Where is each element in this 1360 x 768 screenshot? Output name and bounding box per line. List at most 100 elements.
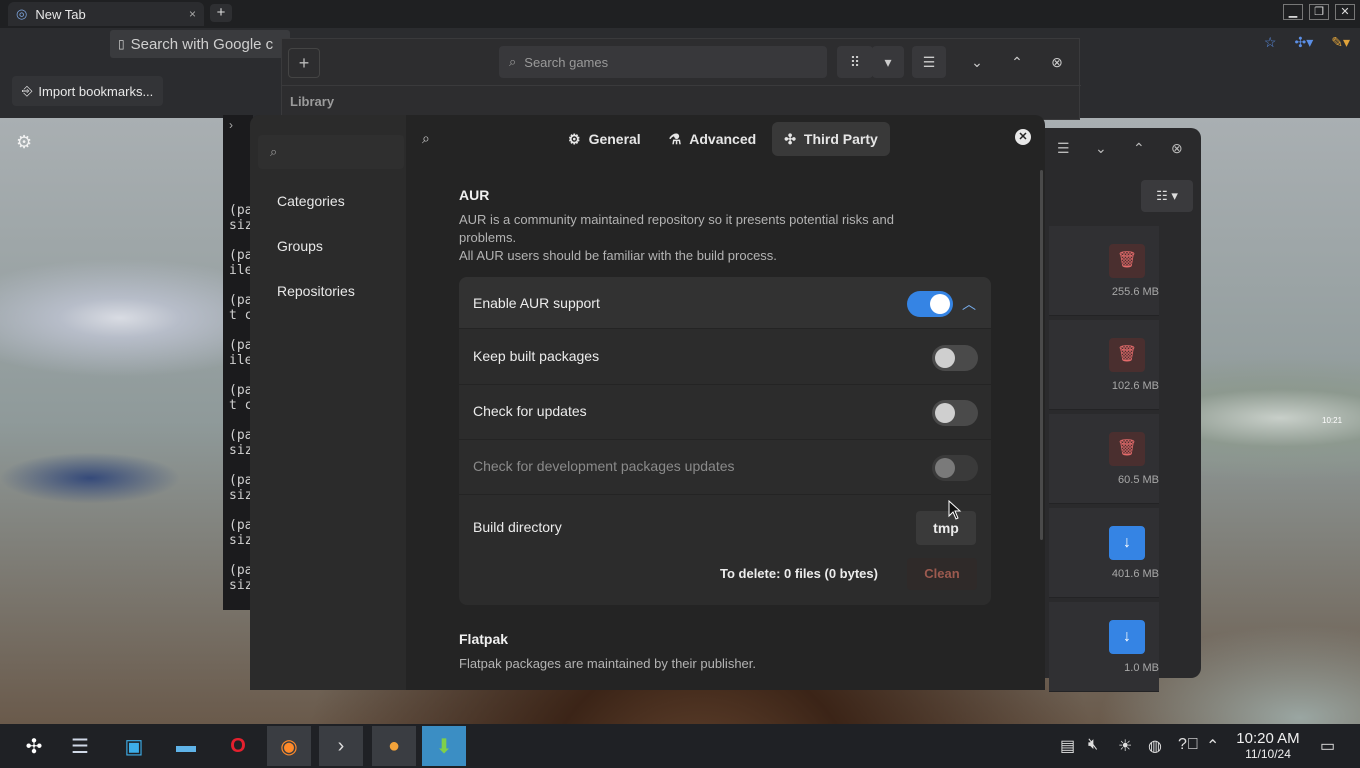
preferences-tabs: ⚙ General ⚗ Advanced ✣ Third Party (556, 122, 890, 156)
terminal-line: t c (229, 308, 253, 323)
file-manager-icon[interactable]: ▬ (164, 726, 208, 766)
dev-updates-row: Check for development packages updates (459, 440, 991, 495)
omnibox[interactable]: ▯ Search with Google c (110, 30, 290, 58)
chevron-right-icon[interactable]: › (229, 118, 233, 132)
volume-muted-icon[interactable]: 🔇︎ (1088, 736, 1098, 754)
puzzle-icon: ✣ (784, 130, 796, 147)
search-icon[interactable]: ⌕ (422, 130, 430, 147)
dev-updates-toggle[interactable] (932, 455, 978, 481)
tab-advanced[interactable]: ⚗ Advanced (657, 122, 768, 156)
terminal-line: siz (229, 443, 253, 458)
terminal-line: (pa (229, 518, 253, 533)
browser-titlebar (0, 0, 1360, 28)
terminal-line: (pa (229, 428, 253, 443)
terminal-line: (pa (229, 338, 253, 353)
trash-icon[interactable]: 🗑︎ (1109, 432, 1145, 466)
new-tab-button[interactable]: + (210, 4, 232, 22)
chevron-up-icon[interactable]: ⌃ (1206, 736, 1219, 756)
menu-button[interactable]: ☰ (912, 46, 946, 78)
build-directory-button[interactable]: tmp (916, 511, 976, 545)
browser-tab[interactable]: ◎ New Tab × (8, 2, 204, 26)
terminal-line: (pa (229, 383, 253, 398)
grid-view-button[interactable]: ⠿ (837, 46, 873, 78)
chevron-down-icon[interactable]: ⌄ (962, 46, 992, 78)
taskbar-clock[interactable]: 10:20 AM 11/10/24 (1226, 731, 1310, 762)
to-delete-text: To delete: 0 files (0 bytes) (720, 566, 878, 581)
tab-third-party[interactable]: ✣ Third Party (772, 122, 890, 156)
terminal-icon[interactable]: › (319, 726, 363, 766)
help-icon[interactable]: ?⃝ (1178, 736, 1199, 754)
gear-icon[interactable]: ⚙ (16, 132, 32, 153)
scrollbar[interactable] (1040, 170, 1043, 540)
sidebar-item-groups[interactable]: Groups (277, 238, 323, 254)
clock-date: 11/10/24 (1245, 747, 1291, 761)
update-list-item: 🗑︎ 255.6 MB (1049, 226, 1159, 316)
games-search-placeholder: Search games (524, 54, 609, 70)
check-updates-toggle[interactable] (932, 400, 978, 426)
games-search-input[interactable]: ⌕ Search games (499, 46, 827, 78)
trash-icon[interactable]: 🗑︎ (1109, 338, 1145, 372)
package-size: 401.6 MB (1111, 568, 1159, 580)
menu-icon[interactable]: ☰ (1057, 140, 1070, 157)
gear-icon: ⚙ (568, 130, 581, 147)
import-bookmarks-label: Import bookmarks... (38, 83, 154, 99)
clean-button[interactable]: Clean (907, 558, 977, 590)
tab-general[interactable]: ⚙ General (556, 122, 653, 156)
update-list-item: 🗑︎ 60.5 MB (1049, 414, 1159, 504)
update-list-item: ↓ 401.6 MB (1049, 508, 1159, 598)
list-view-button[interactable]: ☷ ▾ (1141, 180, 1193, 212)
keep-built-toggle[interactable] (932, 345, 978, 371)
minimize-button[interactable]: ▁ (1283, 4, 1303, 20)
enable-aur-label: Enable AUR support (473, 295, 600, 311)
terminal-line: t c (229, 398, 253, 413)
terminal-line: ile (229, 263, 253, 278)
import-bookmarks-button[interactable]: ⎆ Import bookmarks... (12, 76, 164, 106)
system-settings-icon[interactable]: ☰ (58, 726, 102, 766)
firefox-icon[interactable]: ◉ (267, 726, 311, 766)
close-icon[interactable]: ⊗ (1042, 46, 1072, 78)
network-icon[interactable]: ◍ (1148, 736, 1162, 756)
sidebar-search-input[interactable]: ⌕ (258, 135, 404, 169)
add-game-button[interactable]: + (288, 48, 320, 78)
enable-aur-toggle[interactable] (907, 291, 953, 317)
desktop-mini-clock: 10:21 (1322, 416, 1343, 425)
chevron-up-icon[interactable]: ⌃ (1133, 140, 1145, 157)
game-launcher-icon[interactable]: ● (372, 726, 416, 766)
maximize-button[interactable]: ❐ (1309, 4, 1329, 20)
clipboard-icon[interactable]: ▤ (1060, 736, 1075, 756)
package-size: 60.5 MB (1118, 474, 1159, 486)
updates-panel: ☰ ⌄ ⌃ ⊗ ☷ ▾ 🗑︎ 255.6 MB 🗑︎ 102.6 MB 🗑︎ 60.5 M… (1045, 128, 1201, 692)
check-updates-row: Check for updates (459, 385, 991, 440)
view-dropdown-button[interactable]: ▾ (872, 46, 904, 78)
opera-browser-icon[interactable]: O (216, 726, 260, 766)
tab-title: New Tab (35, 6, 86, 22)
download-icon[interactable]: ↓ (1109, 526, 1145, 560)
terminal-window[interactable]: (pa siz (pa ile (pa t c (pa ile (pa t c (pa siz (pa s… (223, 115, 253, 610)
terminal-line: ile (229, 353, 253, 368)
discover-store-icon[interactable]: ▣ (112, 726, 156, 766)
taskbar: ✣ ☰ ▣ ▬ O ◉ › ● ⬇ ▤ 🔇︎ ☀ ◍ ?⃝ ⌃ ▭ (0, 724, 1360, 768)
enable-aur-row[interactable]: Enable AUR support ︿ (459, 277, 991, 329)
search-icon: ⌕ (270, 144, 278, 159)
keep-built-label: Keep built packages (473, 348, 600, 364)
extension-icons: ☆ ✣▾ ✎▾ (1264, 34, 1350, 51)
trash-icon[interactable]: 🗑︎ (1109, 244, 1145, 278)
wrench-icon[interactable]: ✎▾ (1331, 34, 1350, 51)
chevron-up-icon[interactable]: ⌃ (1002, 46, 1032, 78)
chevron-up-icon[interactable]: ︿ (962, 294, 976, 314)
games-window: + ⌕ Search games ⠿ ▾ ☰ ⌄ ⌃ ⊗ Library (281, 38, 1081, 120)
chevron-down-icon[interactable]: ⌄ (1095, 140, 1107, 157)
close-icon[interactable]: ⊗ (1171, 140, 1183, 157)
sidebar-item-categories[interactable]: Categories (277, 193, 345, 209)
app-launcher-icon[interactable]: ✣ (12, 726, 56, 766)
close-button[interactable]: ✕ (1335, 4, 1355, 20)
package-manager-icon[interactable]: ⬇ (422, 726, 466, 766)
star-icon[interactable]: ☆ (1264, 34, 1277, 51)
tab-close-icon[interactable]: × (189, 7, 196, 21)
sidebar-item-repositories[interactable]: Repositories (277, 283, 355, 299)
puzzle-icon[interactable]: ✣▾ (1294, 34, 1313, 51)
brightness-icon[interactable]: ☀ (1118, 736, 1132, 756)
download-icon[interactable]: ↓ (1109, 620, 1145, 654)
show-desktop-icon[interactable]: ▭ (1320, 736, 1335, 756)
close-dialog-button[interactable]: ✕ (1015, 129, 1031, 145)
